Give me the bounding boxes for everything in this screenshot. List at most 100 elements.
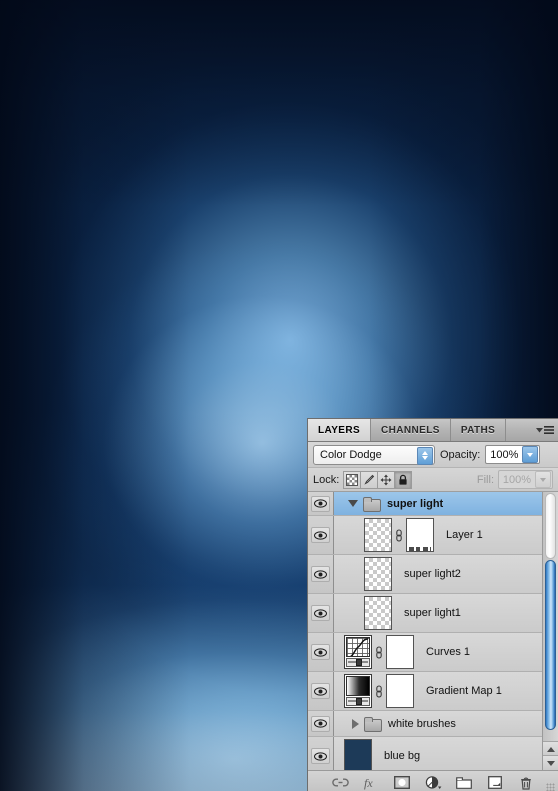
opacity-field[interactable]: 100%: [485, 445, 541, 464]
lock-position-button[interactable]: [378, 471, 396, 488]
scrollbar-thumb-inactive[interactable]: [545, 493, 556, 559]
lock-icon: [399, 474, 407, 485]
link-layers-button[interactable]: [331, 774, 349, 791]
layer-name: Layer 1: [446, 529, 483, 541]
layer-name: blue bg: [384, 750, 421, 762]
visibility-toggle-white-brushes[interactable]: [308, 711, 334, 736]
new-layer-icon: [488, 776, 502, 789]
visibility-toggle-layer-1[interactable]: [308, 516, 334, 554]
trash-icon: [521, 777, 531, 790]
layer-name: Curves 1: [426, 646, 471, 658]
eye-icon: [311, 566, 330, 582]
layer-name: super light1: [404, 607, 461, 619]
new-layer-button[interactable]: [487, 774, 504, 791]
gradient-map-slider-icon: [346, 697, 370, 706]
lock-image-pixels-button[interactable]: [361, 471, 379, 488]
visibility-toggle-super-light2[interactable]: [308, 555, 334, 593]
opacity-label: Opacity:: [440, 448, 481, 461]
tab-paths-label: PATHS: [460, 424, 496, 436]
layer-mask-thumbnail[interactable]: [386, 635, 414, 669]
layer-mask-thumbnail[interactable]: [386, 674, 414, 708]
eye-icon: [311, 715, 330, 732]
layer-row-super-light[interactable]: super light: [308, 492, 558, 516]
blend-opacity-row: Color Dodge Opacity: 100%: [308, 442, 558, 468]
scroll-down-button[interactable]: [543, 755, 558, 770]
lock-label: Lock:: [313, 473, 340, 486]
layer-name: super light2: [404, 568, 461, 580]
layer-row-layer-1[interactable]: Layer 1: [308, 516, 558, 555]
layers-vertical-scrollbar[interactable]: [542, 492, 558, 770]
layer-mask-thumbnail[interactable]: [406, 518, 434, 552]
layer-thumbnail[interactable]: [364, 518, 392, 552]
mask-link-icon[interactable]: [374, 645, 384, 659]
mask-link-icon[interactable]: [394, 528, 404, 542]
panel-bottom-toolbar: fx: [308, 771, 558, 791]
visibility-toggle-super-light[interactable]: [308, 492, 334, 515]
half-circle-icon: [425, 775, 441, 789]
layer-row-super-light1[interactable]: super light1: [308, 594, 558, 633]
lock-transparent-pixels-button[interactable]: [344, 471, 362, 488]
scrollbar-track[interactable]: [543, 492, 558, 742]
tab-channels-label: CHANNELS: [381, 424, 440, 436]
layer-row-gradient-map-1[interactable]: Gradient Map 1: [308, 672, 558, 711]
folder-icon: [363, 497, 381, 512]
visibility-toggle-super-light1[interactable]: [308, 594, 334, 632]
layer-list[interactable]: super light Layer 1 super light2 super l…: [308, 492, 558, 771]
layer-thumbnail[interactable]: [344, 739, 372, 770]
screen: LAYERS CHANNELS PATHS Color Dodge Opacit…: [0, 0, 558, 791]
curves-slider-icon: [346, 658, 370, 667]
layer-name: white brushes: [388, 717, 456, 730]
lock-button-group: [343, 470, 413, 489]
gradient-map-adjustment-thumbnail[interactable]: [344, 674, 372, 708]
group-disclosure-triangle-icon[interactable]: [352, 718, 359, 729]
delete-layer-button[interactable]: [518, 774, 535, 791]
link-icon: [331, 778, 349, 787]
checkerboard-icon: [346, 473, 359, 486]
fill-dropdown-icon[interactable]: [535, 471, 551, 488]
fill-value: 100%: [502, 473, 532, 486]
mask-link-icon[interactable]: [374, 684, 384, 698]
blend-mode-value: Color Dodge: [320, 448, 382, 461]
layer-name: Gradient Map 1: [426, 685, 502, 697]
layer-thumbnail[interactable]: [364, 557, 392, 591]
panel-menu-icon: [536, 425, 554, 434]
layer-name: super light: [387, 497, 444, 510]
brush-icon: [364, 474, 375, 485]
visibility-toggle-blue-bg[interactable]: [308, 737, 334, 770]
add-mask-icon: [394, 776, 410, 789]
move-icon: [380, 474, 392, 485]
layers-panel: LAYERS CHANNELS PATHS Color Dodge Opacit…: [307, 418, 558, 791]
new-adjustment-layer-button[interactable]: [425, 774, 442, 791]
tab-channels[interactable]: CHANNELS: [371, 419, 451, 441]
eye-icon: [311, 605, 330, 621]
layer-row-white-brushes[interactable]: white brushes: [308, 711, 558, 737]
panel-menu-button[interactable]: [532, 419, 558, 441]
new-group-button[interactable]: [456, 774, 473, 791]
fx-icon: fx: [364, 776, 373, 790]
opacity-dropdown-icon[interactable]: [522, 446, 539, 463]
lock-all-button[interactable]: [395, 471, 412, 488]
layer-thumbnail[interactable]: [364, 596, 392, 630]
visibility-toggle-curves-1[interactable]: [308, 633, 334, 671]
opacity-value: 100%: [490, 448, 519, 461]
scrollbar-thumb[interactable]: [545, 560, 556, 730]
panel-resize-grip[interactable]: [546, 783, 555, 791]
scroll-up-button[interactable]: [543, 741, 558, 756]
tab-paths[interactable]: PATHS: [450, 419, 507, 441]
curves-adjustment-thumbnail[interactable]: [344, 635, 372, 669]
visibility-toggle-gradient-map-1[interactable]: [308, 672, 334, 710]
tab-layers[interactable]: LAYERS: [308, 419, 372, 441]
eye-icon: [311, 527, 330, 543]
layer-row-curves-1[interactable]: Curves 1: [308, 633, 558, 672]
fill-field[interactable]: 100%: [498, 470, 553, 489]
add-layer-mask-button[interactable]: [394, 774, 411, 791]
tab-layers-label: LAYERS: [318, 424, 361, 436]
blend-mode-stepper-icon[interactable]: [417, 446, 433, 465]
layer-style-button[interactable]: fx: [363, 774, 380, 791]
blend-mode-select[interactable]: Color Dodge: [313, 444, 435, 465]
layer-row-super-light2[interactable]: super light2: [308, 555, 558, 594]
fill-label: Fill:: [476, 473, 494, 486]
layer-row-blue-bg[interactable]: blue bg: [308, 737, 558, 770]
eye-icon: [311, 748, 330, 764]
group-disclosure-triangle-icon[interactable]: [348, 500, 358, 507]
